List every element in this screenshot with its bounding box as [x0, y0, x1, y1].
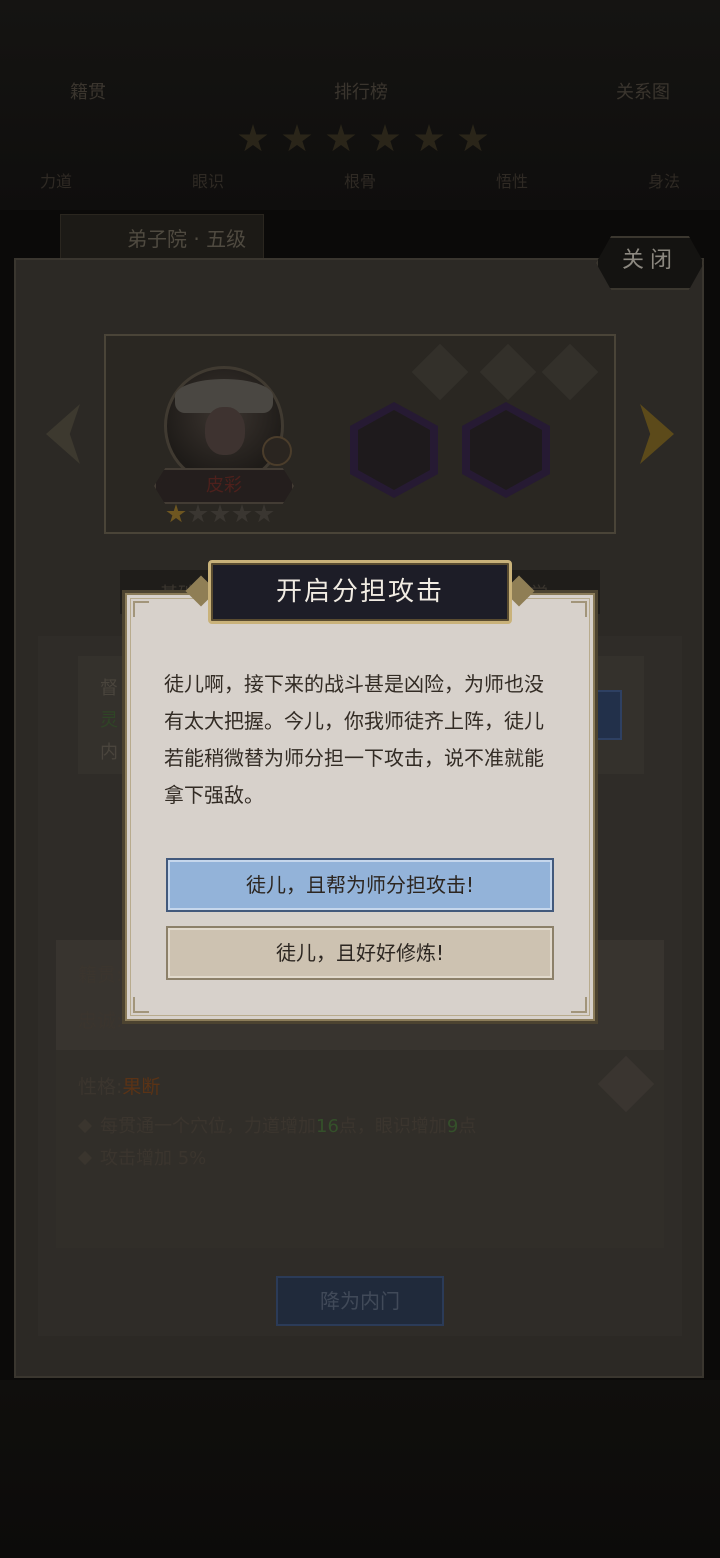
star-icon — [188, 504, 208, 523]
star-icon — [458, 124, 488, 152]
demote-button[interactable]: 降为内门 — [276, 1276, 444, 1326]
diamond-bullet-icon — [77, 1118, 93, 1134]
diamond-bullet-icon — [77, 1150, 93, 1166]
dagger-icon — [358, 410, 430, 490]
stat-eye: 眼识 — [191, 172, 224, 191]
trait-value: 果断 — [122, 1076, 161, 1098]
top-header: 籍贯 排行榜 关系图 力道 眼识 根骨 悟性 身法 — [0, 0, 720, 210]
trait-line: 性格:果断 — [78, 1072, 160, 1099]
dialog-message: 徒儿啊，接下来的战斗甚是凶险，为师也没有太大把握。今儿，你我师徒齐上阵，徒儿若能… — [164, 672, 544, 807]
star-icon — [282, 124, 312, 152]
effect1-num2: 9 — [446, 1116, 459, 1137]
element-badge-icon — [262, 436, 292, 466]
dialog-title: 开启分担攻击 — [208, 560, 512, 624]
attr-line-3: 内 — [100, 742, 118, 763]
loyalty-label: 忠诚: — [78, 1010, 123, 1032]
attr-line-1: 督 — [100, 678, 118, 699]
stat-insight: 悟性 — [495, 172, 528, 191]
header-origin: 籍贯 — [70, 82, 106, 103]
corner-ornament — [571, 997, 587, 1013]
corner-ornament — [133, 997, 149, 1013]
star-icon — [370, 124, 400, 152]
hall-tab[interactable]: 弟子院 · 五级 — [60, 214, 264, 262]
stat-power: 力道 — [40, 172, 73, 191]
close-button[interactable]: 关闭 — [596, 236, 704, 290]
header-stats: 力道 眼识 根骨 悟性 身法 — [40, 168, 680, 192]
effect1-suffix: 点 — [458, 1116, 477, 1137]
header-rank: 排行榜 — [334, 82, 388, 103]
trait-card: 性格:果断 每贯通一个穴位，力道增加16点，眼识增加9点 攻击增加 5% — [56, 1050, 664, 1248]
character-name: 皮彩 — [154, 468, 294, 504]
corner-ornament — [133, 601, 149, 617]
effect-line-1: 每贯通一个穴位，力道增加16点，眼识增加9点 — [77, 1112, 477, 1138]
header-row: 籍贯 排行榜 关系图 — [70, 78, 670, 104]
portrait-face — [205, 407, 245, 455]
star-icon — [254, 504, 274, 523]
attr-line-2: 灵 — [100, 710, 118, 731]
effect-line-2: 攻击增加 5% — [77, 1144, 207, 1170]
bottom-artwork — [0, 1380, 720, 1558]
character-rating — [166, 504, 274, 524]
star-icon — [210, 504, 230, 523]
effect2-text: 攻击增加 5% — [100, 1148, 207, 1169]
decline-train-button[interactable]: 徒儿，且好好修炼! — [166, 926, 554, 980]
corner-ornament — [571, 601, 587, 617]
effect1-mid: 点，眼识增加 — [338, 1116, 447, 1137]
header-stars — [238, 124, 488, 154]
star-icon — [414, 124, 444, 152]
stat-bone: 根骨 — [343, 172, 376, 191]
header-relations: 关系图 — [616, 82, 670, 103]
horse-icon — [470, 410, 542, 490]
star-icon — [166, 504, 186, 523]
effect1-num1: 16 — [316, 1116, 339, 1137]
stat-agility: 身法 — [647, 172, 680, 191]
effect1-prefix: 每贯通一个穴位，力道增加 — [100, 1116, 316, 1137]
trait-label: 性格: — [78, 1076, 123, 1098]
confirm-share-button[interactable]: 徒儿，且帮为师分担攻击! — [166, 858, 554, 912]
star-icon — [326, 124, 356, 152]
star-icon — [232, 504, 252, 523]
star-icon — [238, 124, 268, 152]
origin-label: 籍贯: — [78, 964, 123, 986]
